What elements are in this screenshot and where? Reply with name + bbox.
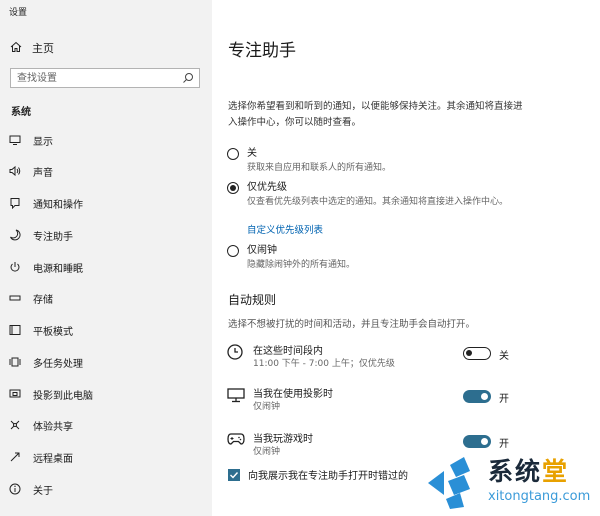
rule-subtitle: 仅闹钟 (253, 447, 281, 457)
checkbox-label: 向我展示我在专注助手打开时错过的内容 (248, 471, 428, 482)
rule-title: 当我在使用投影时 (253, 389, 333, 400)
sidebar-item-label: 投影到此电脑 (33, 390, 93, 402)
sidebar-item-project[interactable]: 投影到此电脑 (8, 384, 204, 404)
monitor-icon (8, 133, 22, 147)
info-icon (8, 482, 22, 496)
sidebar-item-label: 远程桌面 (33, 453, 73, 465)
clock-icon (227, 344, 243, 363)
sidebar-item-remote-desktop[interactable]: 远程桌面 (8, 447, 204, 467)
auto-rules-description: 选择不想被打扰的时间和活动，并且专注助手会自动打开。 (228, 319, 476, 330)
watermark-brand-a: 系统 (488, 457, 543, 486)
rule-time-period[interactable]: 在这些时间段内 11:00 下午 - 7:00 上午；仅优先级 关 (227, 342, 527, 372)
tablet-icon (8, 323, 22, 337)
sidebar: 设置 主页 系统 显示 声音 通知和操作 专注助手 电源和睡眠 存储 平板 (0, 0, 212, 516)
radio-label: 仅优先级 (247, 182, 287, 193)
watermark-brand-b: 堂 (542, 457, 570, 486)
auto-rules-heading: 自动规则 (228, 293, 277, 307)
radio-priority-only[interactable]: 仅优先级 仅查看优先级列表中选定的通知。其余通知将直接进入操作中心。 (227, 181, 517, 209)
share-icon (8, 418, 22, 432)
multitask-icon (8, 355, 22, 369)
radio-button[interactable] (227, 182, 239, 194)
sidebar-item-label: 通知和操作 (33, 199, 83, 211)
window-title: 设置 (9, 8, 28, 18)
home-label: 主页 (32, 42, 54, 55)
sidebar-item-label: 多任务处理 (33, 358, 83, 370)
rule-subtitle: 11:00 下午 - 7:00 上午；仅优先级 (253, 359, 395, 369)
home-link[interactable]: 主页 (10, 40, 54, 56)
toggle-switch[interactable] (463, 435, 491, 448)
toggle-knob (481, 393, 488, 400)
sidebar-item-label: 显示 (33, 136, 53, 148)
search-box[interactable] (10, 68, 200, 88)
radio-description: 隐藏除闹钟外的所有通知。 (247, 260, 356, 270)
radio-alarms-only[interactable]: 仅闹钟 隐藏除闹钟外的所有通知。 (227, 244, 517, 272)
radio-button[interactable] (227, 148, 239, 160)
rule-title: 当我玩游戏时 (253, 434, 313, 445)
projector-icon (227, 387, 245, 406)
page-description: 选择你希望看到和听到的通知，以便能够保持关注。其余通知将直接进入操作中心，你可以… (228, 101, 523, 128)
checkbox[interactable] (228, 468, 240, 481)
toggle-knob (481, 438, 488, 445)
sidebar-item-power[interactable]: 电源和睡眠 (8, 257, 204, 277)
rule-title: 在这些时间段内 (253, 346, 323, 357)
toggle-state: 开 (499, 439, 509, 450)
sidebar-item-display[interactable]: 显示 (8, 130, 204, 150)
customize-priority-link[interactable]: 自定义优先级列表 (247, 222, 323, 236)
sidebar-item-sound[interactable]: 声音 (8, 161, 204, 181)
radio-off[interactable]: 关 获取来自应用和联系人的所有通知。 (227, 147, 517, 175)
radio-description: 仅查看优先级列表中选定的通知。其余通知将直接进入操作中心。 (247, 197, 509, 207)
site-watermark: 系统堂 xitongtang.com (408, 449, 600, 516)
sidebar-item-label: 声音 (33, 167, 53, 179)
speaker-icon (8, 164, 22, 178)
sidebar-item-storage[interactable]: 存储 (8, 288, 204, 308)
toggle-knob (466, 350, 472, 356)
notification-icon (8, 196, 22, 210)
moon-icon (8, 228, 22, 242)
search-input[interactable] (17, 71, 177, 85)
remote-icon (8, 450, 22, 464)
power-icon (8, 260, 22, 274)
project-icon (8, 387, 22, 401)
sidebar-item-shared-experiences[interactable]: 体验共享 (8, 415, 204, 435)
radio-button[interactable] (227, 245, 239, 257)
radio-label: 仅闹钟 (247, 245, 277, 256)
watermark-logo-icon (420, 457, 480, 512)
sidebar-item-label: 关于 (33, 485, 53, 497)
radio-selected-dot (230, 185, 236, 191)
toggle-switch[interactable] (463, 390, 491, 403)
sidebar-item-label: 电源和睡眠 (33, 263, 83, 275)
toggle-state: 开 (499, 394, 509, 405)
watermark-url: xitongtang.com (488, 489, 591, 504)
sidebar-item-label: 体验共享 (33, 421, 73, 433)
toggle-switch[interactable] (463, 347, 491, 360)
sidebar-item-tablet[interactable]: 平板模式 (8, 320, 204, 340)
rule-subtitle: 仅闹钟 (253, 402, 281, 412)
radio-label: 关 (247, 148, 257, 159)
sidebar-item-about[interactable]: 关于 (8, 479, 204, 499)
search-icon[interactable] (182, 72, 194, 87)
sidebar-item-label: 平板模式 (33, 326, 73, 338)
sidebar-item-label: 专注助手 (33, 231, 73, 243)
sidebar-item-focus-assist[interactable]: 专注助手 (8, 225, 204, 245)
sidebar-item-notifications[interactable]: 通知和操作 (8, 193, 204, 213)
page-title: 专注助手 (228, 41, 296, 61)
storage-icon (8, 291, 22, 305)
section-label: 系统 (11, 107, 31, 118)
gamepad-icon (227, 432, 245, 449)
home-icon (10, 41, 22, 56)
radio-description: 获取来自应用和联系人的所有通知。 (247, 163, 392, 173)
rule-projecting[interactable]: 当我在使用投影时 仅闹钟 开 (227, 385, 527, 415)
toggle-state: 关 (499, 351, 509, 362)
missed-summary-checkbox-row[interactable]: 向我展示我在专注助手打开时错过的内容 (228, 467, 428, 482)
sidebar-item-label: 存储 (33, 294, 53, 306)
watermark-brand: 系统堂 (488, 452, 569, 488)
sidebar-item-multitasking[interactable]: 多任务处理 (8, 352, 204, 372)
